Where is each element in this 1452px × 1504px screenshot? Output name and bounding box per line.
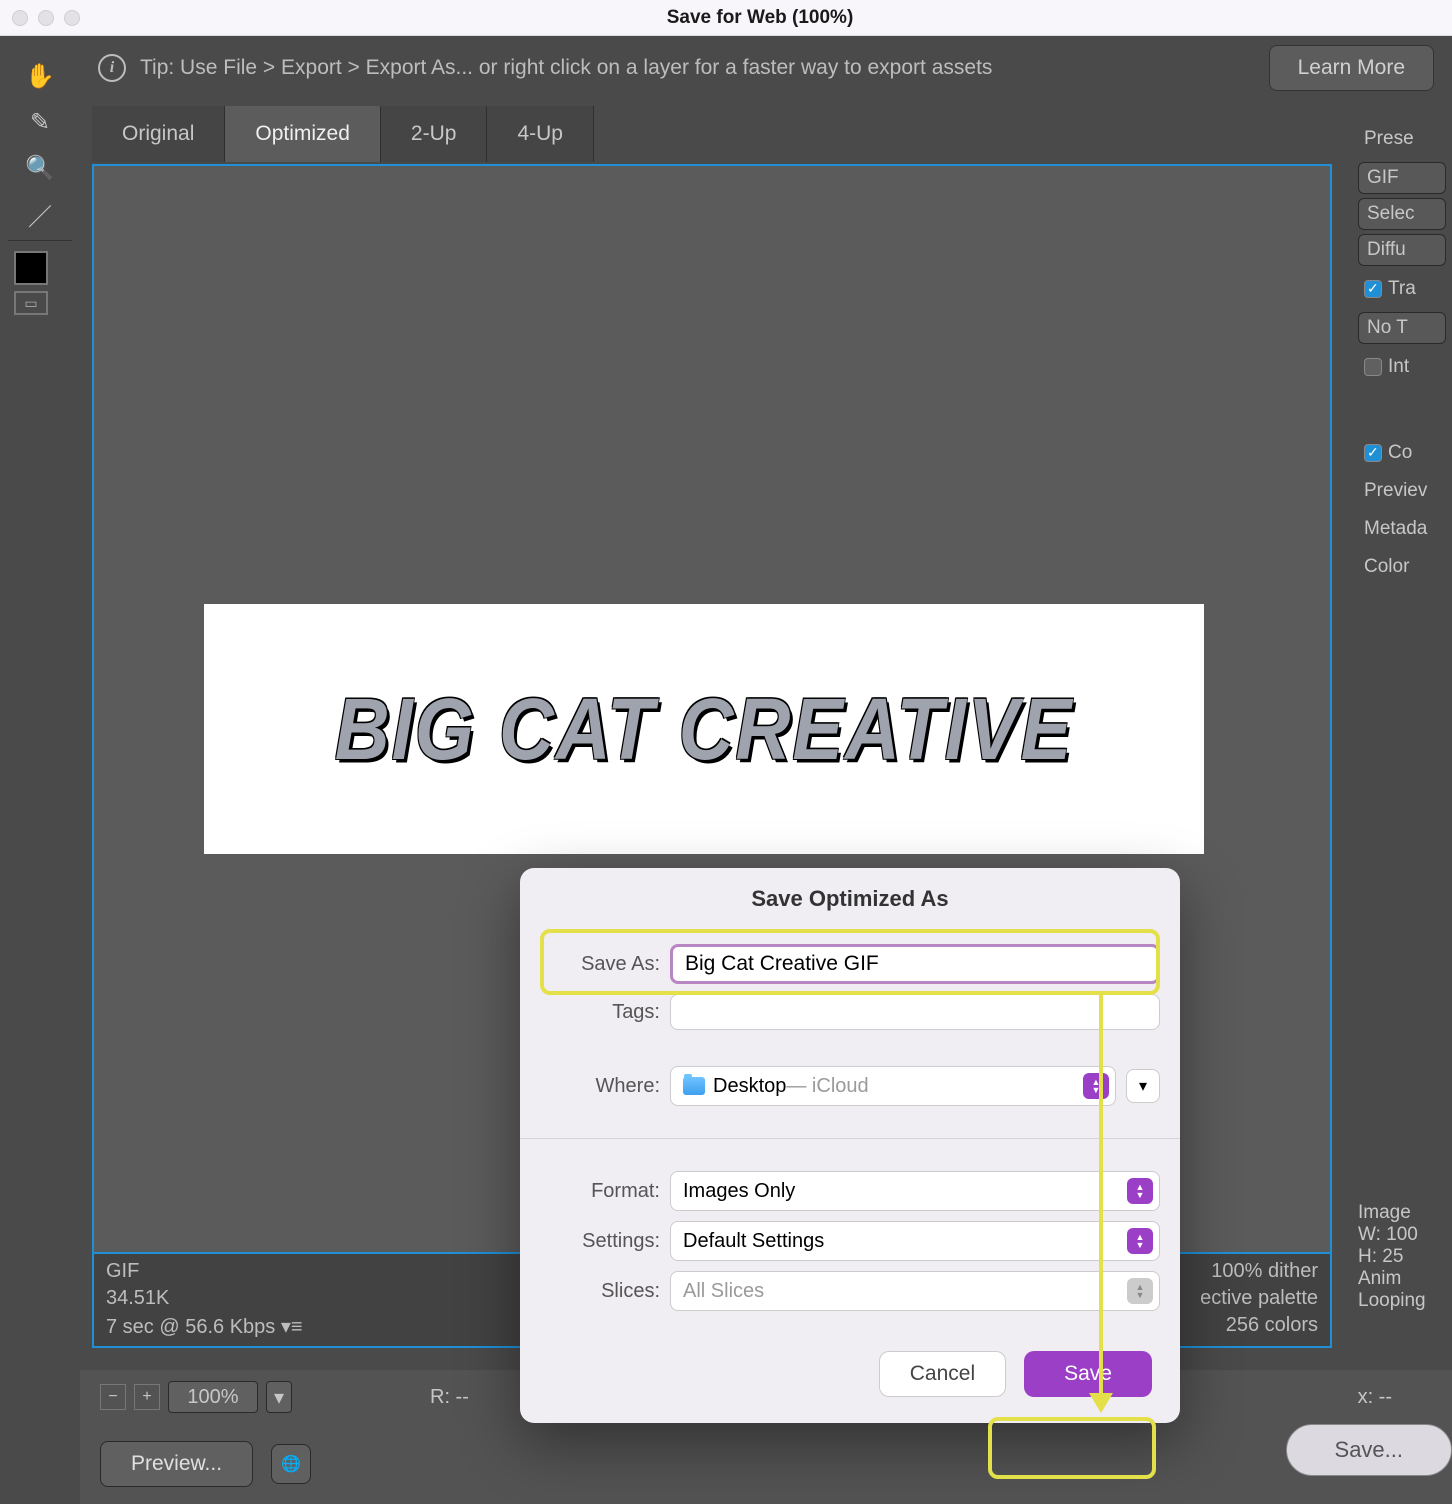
slice-visibility-toggle[interactable]: ▭ bbox=[14, 291, 48, 315]
zoom-dropdown[interactable]: ▾ bbox=[266, 1381, 292, 1413]
close-window-button[interactable] bbox=[12, 10, 28, 26]
tool-strip: ✋ ✎ 🔍 ／ ▭ bbox=[0, 36, 80, 1504]
status-size: 34.51K bbox=[106, 1287, 303, 1310]
settings-value: Default Settings bbox=[683, 1230, 824, 1253]
tip-text: Tip: Use File > Export > Export As... or… bbox=[140, 56, 992, 80]
status-timing: 7 sec @ 56.6 Kbps ▾≡ bbox=[106, 1314, 303, 1339]
settings-panel: Prese GIF Selec Diffu Tra No T Int Co Pr… bbox=[1352, 106, 1452, 1306]
where-dropdown[interactable]: Desktop — iCloud ▲▼ bbox=[670, 1066, 1116, 1106]
arrow-line bbox=[1099, 995, 1103, 1395]
tab-optimized[interactable]: Optimized bbox=[225, 106, 381, 162]
minimize-window-button[interactable] bbox=[38, 10, 54, 26]
preview-image: BIG CAT CREATIVE bbox=[204, 604, 1204, 854]
where-label: Where: bbox=[540, 1075, 660, 1098]
folder-icon bbox=[683, 1077, 705, 1095]
zoom-window-button[interactable] bbox=[64, 10, 80, 26]
looping-label: Looping bbox=[1358, 1290, 1446, 1312]
expand-location-button[interactable]: ▾ bbox=[1126, 1069, 1160, 1103]
where-cloud-suffix: — iCloud bbox=[786, 1075, 868, 1098]
color-table-label: Color bbox=[1358, 552, 1446, 582]
format-dropdown[interactable]: Images Only ▲▼ bbox=[670, 1171, 1160, 1211]
zoom-in-button[interactable]: + bbox=[134, 1384, 160, 1410]
save-button-main[interactable]: Save... bbox=[1286, 1424, 1452, 1476]
width-field[interactable]: 100 bbox=[1386, 1224, 1418, 1246]
slices-dropdown[interactable]: All Slices ▲▼ bbox=[670, 1271, 1160, 1311]
logo-text: BIG CAT CREATIVE bbox=[335, 679, 1074, 779]
window-title: Save for Web (100%) bbox=[80, 7, 1440, 29]
browser-preview-icon[interactable]: 🌐 bbox=[271, 1444, 311, 1484]
diffusion-dropdown[interactable]: Diffu bbox=[1358, 234, 1446, 266]
r-readout: R: -- bbox=[430, 1386, 469, 1409]
divider bbox=[520, 1138, 1180, 1139]
transparency-checkbox[interactable] bbox=[1364, 280, 1382, 298]
preview-label: Previev bbox=[1358, 476, 1446, 506]
learn-more-button[interactable]: Learn More bbox=[1269, 45, 1434, 91]
where-folder-name: Desktop bbox=[713, 1075, 786, 1098]
status-palette: ective palette bbox=[1200, 1287, 1318, 1310]
tip-bar: i Tip: Use File > Export > Export As... … bbox=[80, 36, 1452, 100]
animation-label: Anim bbox=[1358, 1268, 1446, 1290]
tags-input[interactable] bbox=[670, 994, 1160, 1030]
no-transparency-dither-dropdown[interactable]: No T bbox=[1358, 312, 1446, 344]
interlaced-label: Int bbox=[1388, 356, 1409, 377]
tab-2up[interactable]: 2-Up bbox=[381, 106, 488, 162]
dialog-title: Save Optimized As bbox=[520, 868, 1180, 926]
chevron-updown-icon: ▲▼ bbox=[1127, 1228, 1153, 1254]
save-optimized-dialog: Save Optimized As Save As: Tags: Where: … bbox=[520, 868, 1180, 1423]
save-as-label: Save As: bbox=[540, 953, 660, 976]
footer-bar: Preview... 🌐 Save... bbox=[80, 1424, 1452, 1504]
format-gif-dropdown[interactable]: GIF bbox=[1358, 162, 1446, 194]
slices-label: Slices: bbox=[540, 1280, 660, 1303]
save-button[interactable]: Save bbox=[1024, 1351, 1152, 1397]
image-size-panel: Image W: 100 H: 25 Anim Looping bbox=[1352, 1196, 1452, 1318]
tags-label: Tags: bbox=[540, 1001, 660, 1024]
preset-label: Prese bbox=[1358, 124, 1446, 154]
interlaced-checkbox[interactable] bbox=[1364, 358, 1382, 376]
info-icon: i bbox=[98, 54, 126, 82]
status-dither: 100% dither bbox=[1200, 1260, 1318, 1283]
width-label: W: bbox=[1358, 1224, 1381, 1245]
x-readout: x: -- bbox=[1358, 1386, 1392, 1409]
preview-button[interactable]: Preview... bbox=[100, 1441, 253, 1487]
cancel-button[interactable]: Cancel bbox=[879, 1351, 1006, 1397]
settings-dropdown[interactable]: Default Settings ▲▼ bbox=[670, 1221, 1160, 1261]
tab-original[interactable]: Original bbox=[92, 106, 225, 162]
chevron-updown-icon: ▲▼ bbox=[1083, 1073, 1109, 1099]
selective-dropdown[interactable]: Selec bbox=[1358, 198, 1446, 230]
tool-separator bbox=[8, 240, 72, 241]
foreground-color-swatch[interactable] bbox=[14, 251, 48, 285]
zoom-tool-icon[interactable]: 🔍 bbox=[20, 148, 60, 188]
height-field[interactable]: 25 bbox=[1382, 1246, 1403, 1268]
status-format: GIF bbox=[106, 1260, 303, 1283]
format-value: Images Only bbox=[683, 1180, 795, 1203]
height-label: H: bbox=[1358, 1246, 1377, 1267]
convert-checkbox[interactable] bbox=[1364, 444, 1382, 462]
hand-tool-icon[interactable]: ✋ bbox=[20, 56, 60, 96]
window-controls bbox=[12, 10, 80, 26]
view-tabs: Original Optimized 2-Up 4-Up bbox=[92, 106, 594, 162]
transparency-label: Tra bbox=[1388, 278, 1416, 299]
settings-label: Settings: bbox=[540, 1230, 660, 1253]
save-as-input[interactable] bbox=[670, 944, 1160, 984]
chevron-updown-icon: ▲▼ bbox=[1127, 1278, 1153, 1304]
slice-tool-icon[interactable]: ✎ bbox=[20, 102, 60, 142]
image-label: Image bbox=[1358, 1202, 1446, 1224]
slices-value: All Slices bbox=[683, 1280, 764, 1303]
zoom-field[interactable]: 100% bbox=[168, 1381, 258, 1413]
status-colors: 256 colors bbox=[1200, 1314, 1318, 1337]
metadata-label: Metada bbox=[1358, 514, 1446, 544]
title-bar: Save for Web (100%) bbox=[0, 0, 1452, 36]
eyedropper-tool-icon[interactable]: ／ bbox=[20, 194, 60, 234]
chevron-updown-icon: ▲▼ bbox=[1127, 1178, 1153, 1204]
format-label: Format: bbox=[540, 1180, 660, 1203]
tab-4up[interactable]: 4-Up bbox=[487, 106, 594, 162]
convert-label: Co bbox=[1388, 442, 1412, 463]
arrow-head-icon bbox=[1089, 1393, 1113, 1413]
zoom-out-button[interactable]: − bbox=[100, 1384, 126, 1410]
